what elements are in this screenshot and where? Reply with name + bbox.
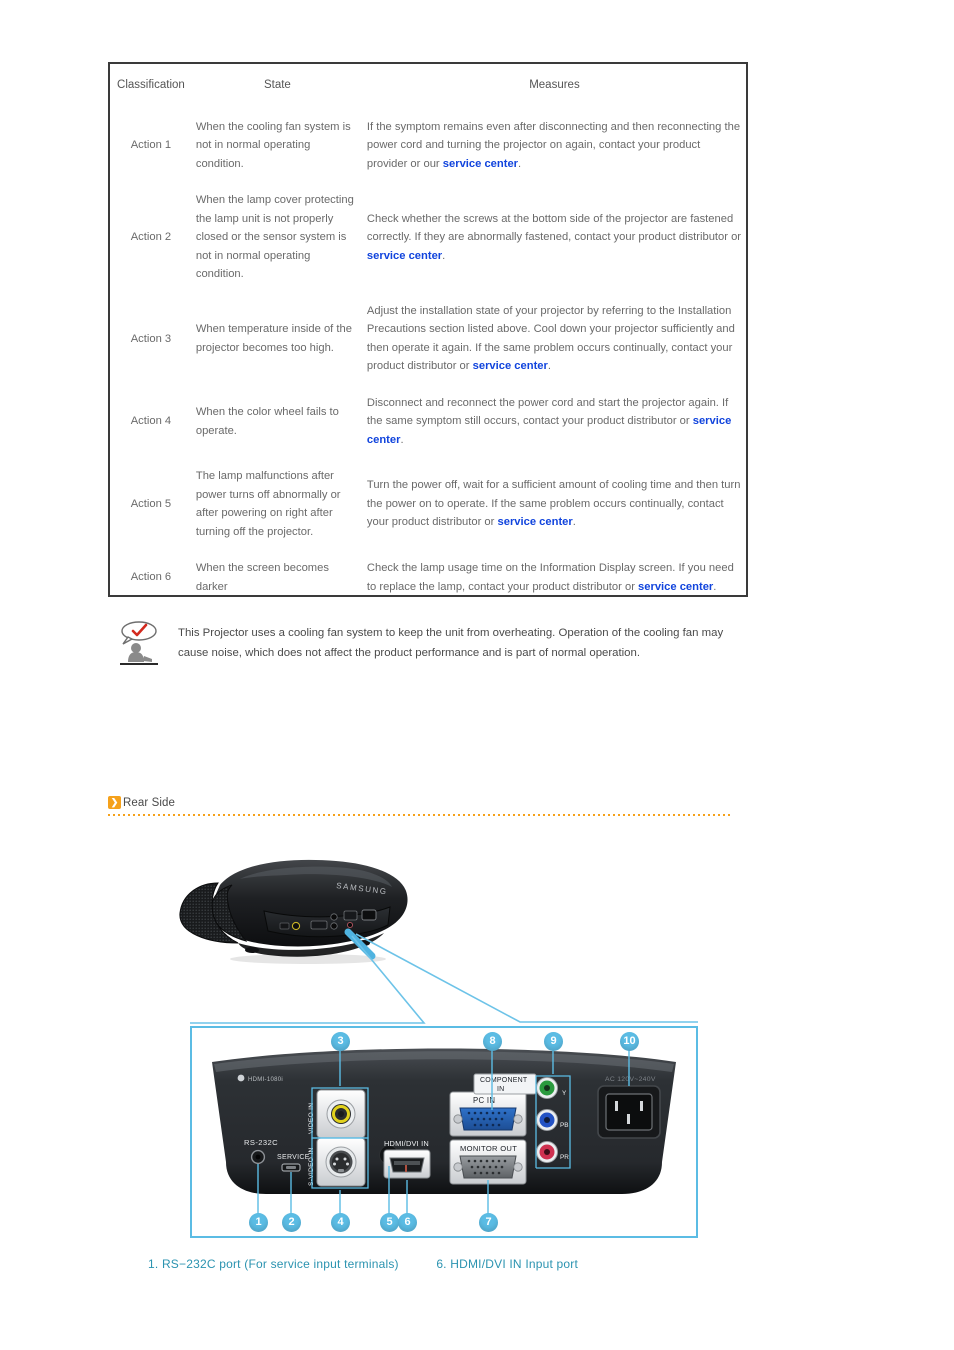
cell-measures: If the symptom remains even after discon… (363, 109, 746, 182)
callout-badge-3: 3 (331, 1032, 350, 1051)
cell-classification: Action 1 (130, 139, 172, 152)
label-component-pb: PB (560, 1122, 569, 1129)
callout-badge-6: 6 (398, 1213, 417, 1232)
section-title: Rear Side (123, 796, 176, 809)
note-text: This Projector uses a cooling fan system… (178, 627, 724, 659)
measure-text-end: . (713, 580, 717, 593)
cell-measures: Disconnect and reconnect the power cord … (363, 385, 746, 458)
measure-text-end: . (518, 157, 522, 170)
cell-classification: Action 4 (130, 415, 172, 428)
panel-port-caption: 1. RS−232C port (For service input termi… (148, 1257, 578, 1271)
measure-text: Check whether the screws at the bottom s… (366, 212, 742, 244)
callout-badge-8: 8 (483, 1032, 502, 1051)
cell-state: When temperature inside of the projector… (195, 323, 352, 354)
callout-badge-7: 7 (479, 1213, 498, 1232)
svg-text:HDMI-1080i: HDMI-1080i (248, 1077, 283, 1083)
caption-item-1: 1. RS−232C port (For service input termi… (148, 1257, 399, 1271)
table-row: Action 5 The lamp malfunctions after powe… (110, 458, 746, 550)
service-center-link[interactable]: service center (638, 581, 713, 593)
label-component-in-line1: COMPONENT (480, 1077, 528, 1084)
measure-text-end: . (442, 249, 446, 262)
cell-state: When the screen becomes darker (195, 562, 329, 593)
label-hdmi-dvi-in: HDMI/DVI IN (384, 1139, 429, 1148)
column-header-state: State (263, 79, 291, 91)
table-body: Action 1 When the cooling fan system is n… (110, 109, 746, 605)
troubleshooting-table: Classification State Measures Action 1 Wh… (110, 64, 746, 605)
cell-state: When the cooling fan system is not in no… (195, 120, 351, 170)
cell-classification: Action 5 (130, 497, 172, 510)
cell-state: The lamp malfunctions after power turns … (195, 470, 341, 538)
label-component-y: Y (562, 1090, 567, 1097)
measure-text: If the symptom remains even after discon… (366, 120, 741, 170)
service-center-link[interactable]: service center (367, 250, 442, 262)
section-divider (108, 814, 730, 816)
note-person-checkmark-icon (112, 620, 164, 668)
cell-measures: Turn the power off, wait for a sufficien… (363, 458, 746, 550)
callout-badge-5: 5 (380, 1213, 399, 1232)
label-component-in-line2: IN (497, 1086, 504, 1093)
troubleshooting-table-container: Classification State Measures Action 1 Wh… (108, 62, 748, 597)
label-monitor-out: MONITOR OUT (460, 1144, 517, 1153)
callout-badge-1: 1 (249, 1213, 268, 1232)
note-callout: This Projector uses a cooling fan system… (112, 620, 732, 668)
label-rs232c: RS-232C (244, 1138, 278, 1147)
table-header-row: Classification State Measures (110, 64, 746, 109)
measure-text-end: . (547, 360, 551, 373)
measure-text-end: . (572, 516, 576, 529)
chevron-right-icon: ❯ (108, 796, 121, 809)
cell-classification: Action 6 (130, 571, 172, 584)
table-row: Action 6 When the screen becomes darker Ch… (110, 550, 746, 605)
table-row: Action 2 When the lamp cover protecting t… (110, 182, 746, 292)
rear-panel-diagram: HDMI-1080i RS-232C SERVICE VIDEO IN S-VI… (190, 1026, 698, 1238)
column-header-measures: Measures (529, 79, 580, 91)
table-row: Action 3 When temperature inside of the p… (110, 293, 746, 385)
pc-in-connector (453, 1107, 523, 1131)
label-component-pr: PR (560, 1154, 569, 1161)
service-center-link[interactable]: service center (443, 158, 518, 170)
service-center-link[interactable]: service center (473, 360, 548, 372)
cell-state: When the lamp cover protecting the lamp … (195, 194, 354, 281)
measure-text: Disconnect and reconnect the power cord … (366, 396, 729, 428)
cell-state: When the color wheel fails to operate. (195, 406, 339, 437)
callout-badge-2: 2 (282, 1213, 301, 1232)
cell-measures: Adjust the installation state of your pr… (363, 293, 746, 385)
cell-classification: Action 3 (130, 332, 172, 345)
cell-measures: Check the lamp usage time on the Informa… (363, 550, 746, 605)
cell-classification: Action 2 (130, 231, 172, 244)
caption-item-6: 6. HDMI/DVI IN Input port (436, 1257, 579, 1271)
section-heading-rear-side: ❯ Rear Side (108, 796, 730, 816)
callout-badge-9: 9 (544, 1032, 563, 1051)
table-header: Classification State Measures (110, 64, 746, 109)
callout-badge-10: 10 (620, 1032, 639, 1051)
column-header-classification: Classification (117, 79, 185, 91)
cell-measures: Check whether the screws at the bottom s… (363, 182, 746, 292)
monitor-out-connector (453, 1155, 523, 1179)
label-service: SERVICE (277, 1154, 310, 1161)
callout-badge-4: 4 (331, 1213, 350, 1232)
table-row: Action 1 When the cooling fan system is n… (110, 109, 746, 182)
service-center-link[interactable]: service center (498, 516, 573, 528)
measure-text-end: . (400, 433, 404, 446)
table-row: Action 4 When the color wheel fails to op… (110, 385, 746, 458)
label-ac-input: AC 120V~240V (605, 1076, 656, 1083)
